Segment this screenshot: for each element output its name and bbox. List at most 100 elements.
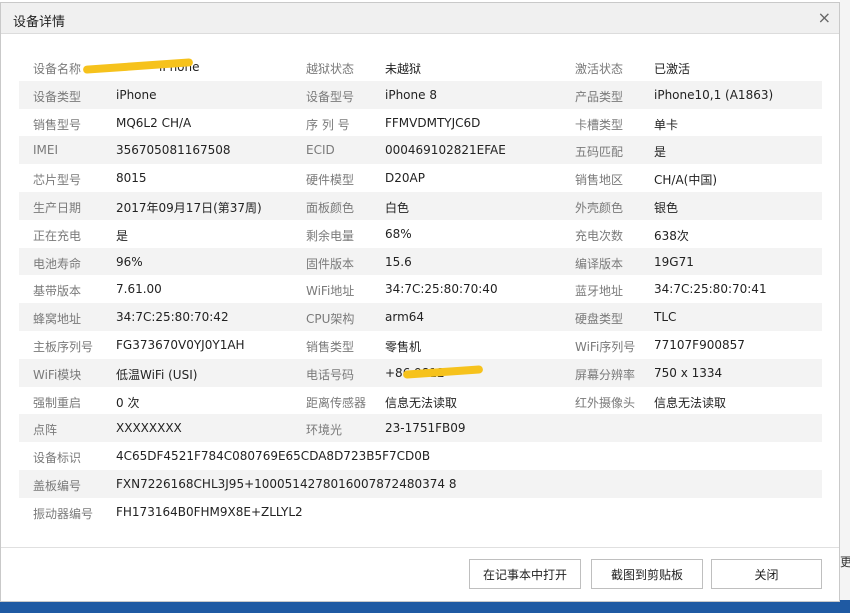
table-row: 生产日期 2017年09月17日(第37周) 面板颜色 白色 外壳颜色 银色 bbox=[19, 191, 822, 220]
field-value: 低温WiFi (USI) bbox=[116, 367, 198, 382]
field-value: 单卡 bbox=[654, 117, 679, 132]
field-label: 振动器编号 bbox=[33, 506, 94, 521]
field-label: 盖板编号 bbox=[33, 478, 82, 493]
field-label: 距离传感器 bbox=[306, 395, 367, 410]
field-value: 77107F900857 bbox=[654, 337, 745, 352]
table-row: 销售型号 MQ6L2 CH/A 序 列 号 FFMVDMTYJC6D 卡槽类型 单卡 bbox=[19, 109, 822, 137]
field-label: 蓝牙地址 bbox=[575, 284, 624, 299]
field-value: 2017年09月17日(第37周) bbox=[116, 200, 262, 215]
field-value: MQ6L2 CH/A bbox=[116, 115, 192, 130]
field-value: 8015 bbox=[116, 171, 147, 186]
field-value: 15.6 bbox=[385, 254, 412, 269]
field-value: FXN7226168CHL3J95+1000514278016007872480… bbox=[116, 476, 457, 491]
field-label: 电话号码 bbox=[306, 367, 355, 382]
field-label: 越狱状态 bbox=[306, 62, 355, 76]
footer-divider bbox=[1, 547, 839, 548]
field-value: iPhone 8 bbox=[385, 87, 437, 102]
screenshot-to-clipboard-button[interactable]: 截图到剪贴板 bbox=[591, 559, 703, 589]
field-label: IMEI bbox=[33, 143, 59, 158]
field-label: 强制重启 bbox=[33, 395, 82, 410]
field-value: FFMVDMTYJC6D bbox=[385, 115, 481, 130]
field-label: 设备标识 bbox=[33, 451, 82, 466]
field-label: WiFi序列号 bbox=[575, 339, 636, 354]
field-label: 设备型号 bbox=[306, 89, 355, 104]
field-label: 产品类型 bbox=[575, 89, 624, 104]
background-text: 更 bbox=[840, 555, 850, 569]
field-label: 生产日期 bbox=[33, 200, 82, 215]
close-button[interactable]: 关闭 bbox=[711, 559, 822, 589]
table-row: 设备类型 iPhone 设备型号 iPhone 8 产品类型 iPhone10,1 (A1… bbox=[19, 80, 822, 109]
field-label: 编译版本 bbox=[575, 256, 624, 271]
field-value: 信息无法读取 bbox=[385, 395, 458, 410]
field-label: WiFi模块 bbox=[33, 367, 82, 382]
field-value: 已激活 bbox=[654, 62, 691, 76]
field-label: 蜂窝地址 bbox=[33, 312, 82, 327]
field-value: 34:7C:25:80:70:42 bbox=[116, 310, 229, 325]
field-value: 34:7C:25:80:70:40 bbox=[385, 282, 498, 297]
field-label: 电池寿命 bbox=[33, 256, 82, 271]
field-label: 固件版本 bbox=[306, 256, 355, 271]
field-value: iPhone10,1 (A1863) bbox=[654, 87, 774, 102]
table-row: 基带版本 7.61.00 WiFi地址 34:7C:25:80:70:40 蓝牙地址 34… bbox=[19, 275, 822, 303]
field-value: 356705081167508 bbox=[116, 143, 231, 158]
field-value: 34:7C:25:80:70:41 bbox=[654, 282, 767, 297]
field-value: 信息无法读取 bbox=[654, 395, 727, 410]
field-label: WiFi地址 bbox=[306, 284, 355, 299]
close-icon[interactable]: × bbox=[818, 8, 831, 27]
field-label: 外壳颜色 bbox=[575, 200, 624, 215]
field-value: 未越狱 bbox=[385, 62, 422, 76]
field-label: CPU架构 bbox=[306, 312, 355, 327]
field-label: ECID bbox=[306, 143, 335, 158]
field-label: 设备名称 bbox=[33, 62, 82, 76]
field-value: 750 x 1334 bbox=[654, 365, 723, 380]
field-value: 4C65DF4521F784C080769E65CDA8D723B5F7CD0B bbox=[116, 449, 431, 464]
field-value: 0 次 bbox=[116, 395, 140, 410]
field-value: 是 bbox=[654, 145, 667, 160]
field-label: 面板颜色 bbox=[306, 200, 355, 215]
table-row: 设备标识 4C65DF4521F784C080769E65CDA8D723B5F7… bbox=[19, 442, 822, 470]
dialog-title: 设备详情 bbox=[13, 15, 66, 30]
field-label: 芯片型号 bbox=[33, 173, 82, 188]
field-value: D20AP bbox=[385, 171, 425, 186]
field-value: FG373670V0YJ0Y1AH bbox=[116, 337, 245, 352]
table-row: 设备名称iPhone越狱状态未越狱激活状态已激活 bbox=[19, 53, 822, 81]
field-value: 白色 bbox=[385, 200, 410, 215]
field-label: 基带版本 bbox=[33, 284, 82, 299]
field-value: CH/A(中国) bbox=[654, 173, 718, 188]
table-row: 点阵 XXXXXXXX 环境光 23-1751FB09 bbox=[19, 414, 822, 443]
table-row: IMEI 356705081167508 ECID 000469102821EFAE 五… bbox=[19, 136, 822, 165]
field-value: iPhone bbox=[116, 87, 157, 102]
background-window-right bbox=[840, 0, 850, 613]
dialog-titlebar[interactable]: 设备详情 × bbox=[1, 3, 839, 34]
table-row: 正在充电 是 剩余电量 68% 充电次数 638次 bbox=[19, 220, 822, 248]
field-label: 销售类型 bbox=[306, 339, 355, 354]
field-value: FH173164B0FHM9X8E+ZLLYL2 bbox=[116, 504, 303, 519]
table-row: 盖板编号 FXN7226168CHL3J95+100051427801600787… bbox=[19, 469, 822, 498]
field-label: 红外摄像头 bbox=[575, 395, 636, 410]
field-label: 设备类型 bbox=[33, 89, 82, 104]
field-value: 000469102821EFAE bbox=[385, 143, 506, 158]
field-label: 五码匹配 bbox=[575, 145, 624, 160]
field-value: 19G71 bbox=[654, 254, 694, 269]
field-label: 激活状态 bbox=[575, 62, 624, 76]
field-label: 硬盘类型 bbox=[575, 312, 624, 327]
field-value: XXXXXXXX bbox=[116, 421, 182, 436]
table-row: 振动器编号 FH173164B0FHM9X8E+ZLLYL2 bbox=[19, 498, 822, 526]
field-value: 23-1751FB09 bbox=[385, 421, 466, 436]
device-info-table: 设备名称 iPhone 越狱状态 未越狱 激活状态 已激活设备类型 iPhone 设备型号 iP… bbox=[19, 53, 822, 526]
table-row: 主板序列号 FG373670V0YJ0Y1AH 销售类型 零售机 WiFi序列号 7710… bbox=[19, 331, 822, 359]
table-row: 蜂窝地址 34:7C:25:80:70:42 CPU架构 arm64 硬盘类型 TLC bbox=[19, 303, 822, 331]
field-label: 环境光 bbox=[306, 423, 343, 438]
field-label: 正在充电 bbox=[33, 228, 82, 243]
table-row: 电池寿命 96% 固件版本 15.6 编译版本 19G71 bbox=[19, 247, 822, 276]
field-value: 银色 bbox=[654, 200, 679, 215]
field-value: 是 bbox=[116, 228, 129, 243]
field-value: 零售机 bbox=[385, 339, 422, 354]
open-in-notepad-button[interactable]: 在记事本中打开 bbox=[469, 559, 581, 589]
field-label: 销售地区 bbox=[575, 173, 624, 188]
field-label: 卡槽类型 bbox=[575, 117, 624, 132]
field-label: 硬件模型 bbox=[306, 173, 355, 188]
field-label: 点阵 bbox=[33, 423, 58, 438]
field-value: arm64 bbox=[385, 310, 425, 325]
field-label: 剩余电量 bbox=[306, 228, 355, 243]
